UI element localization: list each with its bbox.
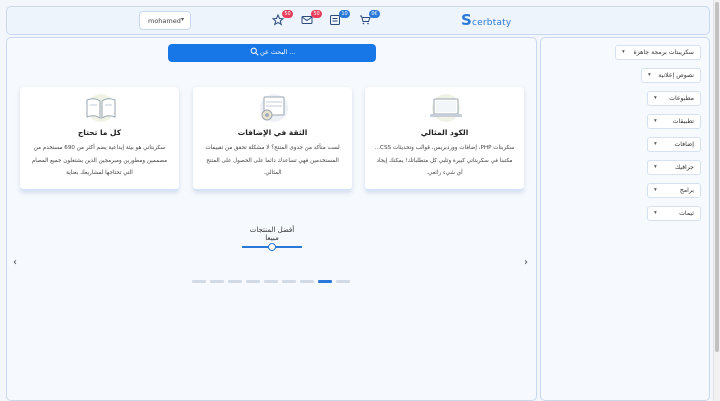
orders-badge: 10	[339, 10, 350, 18]
sidebar-category-item[interactable]: برامج ▾	[647, 183, 701, 198]
category-sidebar: سكريبتات برمجة جاهزة ▾ نصوص إعلانية ▾ مطبوعا…	[540, 37, 710, 401]
carousel-prev-button[interactable]: ‹	[13, 257, 17, 268]
chevron-down-icon: ▾	[654, 187, 657, 193]
user-menu-dropdown[interactable]: mohamed ▾	[139, 11, 191, 30]
carousel-dot[interactable]	[210, 280, 224, 283]
cart-icon[interactable]: 0€	[359, 10, 380, 26]
messages-icon[interactable]: 50	[301, 10, 322, 26]
search-button[interactable]: البحث عن ...	[168, 44, 376, 62]
best-sellers-title: أفضل المنتجات مبيعا	[249, 226, 295, 242]
chevron-down-icon: ▾	[654, 118, 657, 124]
orders-icon[interactable]: 10	[329, 10, 350, 26]
feature-card-trust: الثقة في الإضافات لست متأكد من جدوى المن…	[193, 87, 352, 191]
book-illustration-icon	[86, 94, 116, 122]
chevron-down-icon: ▾	[654, 210, 657, 216]
favorites-badge: 50	[282, 10, 293, 18]
sidebar-item-label: نصوص إعلانية	[658, 72, 694, 79]
sidebar-item-label: برامج	[679, 187, 694, 194]
title-underline-dot	[268, 243, 276, 251]
sidebar-category-item[interactable]: إضافات ▾	[647, 137, 701, 152]
sidebar-item-label: إضافات	[674, 141, 694, 148]
chevron-down-icon: ▾	[654, 141, 657, 147]
card-description: سكربتات PHP، إضافات ووردبريس، قوالب وتحد…	[374, 145, 515, 176]
sidebar-category-item[interactable]: جرافيك ▾	[647, 160, 701, 175]
favorites-icon[interactable]: 50	[271, 10, 293, 26]
page-scrollbar[interactable]	[713, 0, 720, 401]
logo-text: cerbtaty	[472, 18, 512, 28]
messages-badge: 50	[311, 10, 322, 18]
site-logo[interactable]: Scerbtaty	[461, 11, 511, 29]
sidebar-item-label: سكريبتات برمجة جاهزة	[633, 49, 694, 56]
chevron-down-icon: ▾	[654, 164, 657, 170]
search-label: البحث عن ...	[260, 48, 296, 56]
carousel-dot[interactable]	[300, 280, 314, 283]
feature-card-perfect-code: الكود المثالي سكربتات PHP، إضافات ووردبر…	[365, 87, 524, 191]
carousel-dot[interactable]	[318, 280, 332, 283]
carousel-dot[interactable]	[264, 280, 278, 283]
sidebar-item-label: تطبيقات	[672, 118, 694, 125]
top-navbar: mohamed ▾ 50 50 10 0€ Scerbtaty	[6, 6, 710, 35]
username-label: mohamed	[148, 17, 181, 25]
sidebar-item-label: مطبوعات	[669, 95, 694, 102]
sidebar-category-item[interactable]: سكريبتات برمجة جاهزة ▾	[615, 45, 701, 60]
sidebar-category-item[interactable]: مطبوعات ▾	[647, 91, 701, 106]
main-content: البحث عن ... الكود المثالي سكربتات PHP، …	[6, 37, 537, 401]
carousel-dot[interactable]	[282, 280, 296, 283]
sidebar-category-item[interactable]: تطبيقات ▾	[647, 114, 701, 129]
carousel-next-button[interactable]: ›	[524, 257, 528, 268]
card-description: لست متأكد من جدوى المنتج؟ لا مشكلة تحقق …	[205, 145, 340, 176]
card-title: الثقة في الإضافات	[237, 128, 308, 137]
chevron-down-icon: ▾	[181, 16, 185, 23]
sidebar-item-label: جرافيك	[675, 164, 694, 171]
sidebar-item-label: ثيمات	[679, 210, 694, 217]
carousel-dot[interactable]	[246, 280, 260, 283]
card-description: سكربتاتي هو بيئة إبداعية يضم أكثر من 690…	[31, 145, 168, 176]
cart-badge: 0€	[369, 10, 380, 18]
carousel-dot[interactable]	[228, 280, 242, 283]
logo-initial: S	[461, 11, 473, 29]
chevron-down-icon: ▾	[622, 49, 625, 55]
settings-illustration-icon	[260, 94, 288, 122]
search-icon	[250, 47, 259, 56]
sidebar-category-item[interactable]: نصوص إعلانية ▾	[641, 68, 701, 83]
card-title: كل ما تحتاج	[77, 128, 122, 137]
feature-card-everything: كل ما تحتاج سكربتاتي هو بيئة إبداعية يضم…	[20, 87, 179, 191]
carousel-dot[interactable]	[192, 280, 206, 283]
carousel-dot[interactable]	[336, 280, 350, 283]
laptop-illustration-icon	[430, 94, 462, 122]
chevron-down-icon: ▾	[648, 72, 651, 78]
sidebar-category-item[interactable]: ثيمات ▾	[647, 206, 701, 221]
scrollbar-thumb[interactable]	[715, 2, 719, 352]
chevron-down-icon: ▾	[654, 95, 657, 101]
carousel-indicators	[192, 280, 352, 284]
card-title: الكود المثالي	[420, 128, 469, 137]
